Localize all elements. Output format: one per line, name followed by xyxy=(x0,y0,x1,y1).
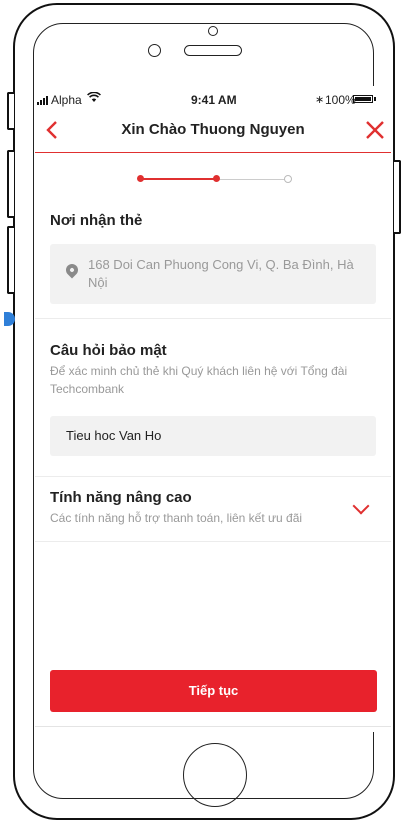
home-button[interactable] xyxy=(183,743,247,807)
security-description: Để xác minh chủ thẻ khi Quý khách liên h… xyxy=(50,364,348,396)
bluetooth-icon: ∗ xyxy=(315,94,325,106)
proximity-sensor xyxy=(148,44,161,57)
page-title: Xin Chào Thuong Nguyen xyxy=(121,121,305,138)
front-camera xyxy=(208,26,218,36)
step-3-dot xyxy=(284,175,292,183)
volume-down-button xyxy=(7,226,14,294)
section-divider xyxy=(35,541,391,542)
section-divider xyxy=(35,318,391,319)
location-pin-icon xyxy=(63,261,81,279)
close-button[interactable] xyxy=(365,114,385,147)
advanced-section-title[interactable]: Tính năng nâng cao xyxy=(50,489,192,506)
progress-stepper xyxy=(137,174,292,184)
carrier-name: Alpha xyxy=(51,93,82,107)
continue-button[interactable]: Tiếp tục xyxy=(50,670,377,712)
clock: 9:41 AM xyxy=(191,93,237,107)
bottom-divider xyxy=(35,726,391,727)
advanced-description: Các tính năng hỗ trợ thanh toán, liên kế… xyxy=(50,511,303,525)
signal-icon xyxy=(37,96,48,105)
app-screen: Alpha 9:41 AM ∗ 100% Xin Chào Thuong Ngu… xyxy=(35,86,391,732)
stepper-line-completed xyxy=(141,178,217,180)
step-1-dot xyxy=(137,175,144,182)
mute-switch xyxy=(7,92,14,130)
section-divider xyxy=(35,476,391,477)
battery-percentage: 100% xyxy=(325,93,356,107)
stepper-line-pending xyxy=(217,178,287,180)
nav-bar: Xin Chào Thuong Nguyen xyxy=(35,114,391,153)
battery-tip xyxy=(374,97,376,101)
step-2-dot xyxy=(213,175,220,182)
battery-icon xyxy=(353,95,373,103)
power-button xyxy=(394,160,401,234)
earpiece-speaker xyxy=(184,45,242,56)
volume-up-button xyxy=(7,150,14,218)
security-section-title: Câu hỏi bảo mật xyxy=(50,342,167,359)
wifi-icon xyxy=(87,91,101,106)
address-field[interactable]: 168 Doi Can Phuong Cong Vi, Q. Ba Đình, … xyxy=(50,244,376,304)
delivery-section-title: Nơi nhận thẻ xyxy=(50,212,143,229)
address-text: 168 Doi Can Phuong Cong Vi, Q. Ba Đình, … xyxy=(88,257,354,290)
security-answer-field[interactable]: Tieu hoc Van Ho xyxy=(50,416,376,456)
close-icon xyxy=(366,121,384,139)
status-bar: Alpha 9:41 AM ∗ 100% xyxy=(35,86,391,114)
chevron-down-icon[interactable] xyxy=(352,497,370,515)
security-answer-value: Tieu hoc Van Ho xyxy=(66,428,162,443)
